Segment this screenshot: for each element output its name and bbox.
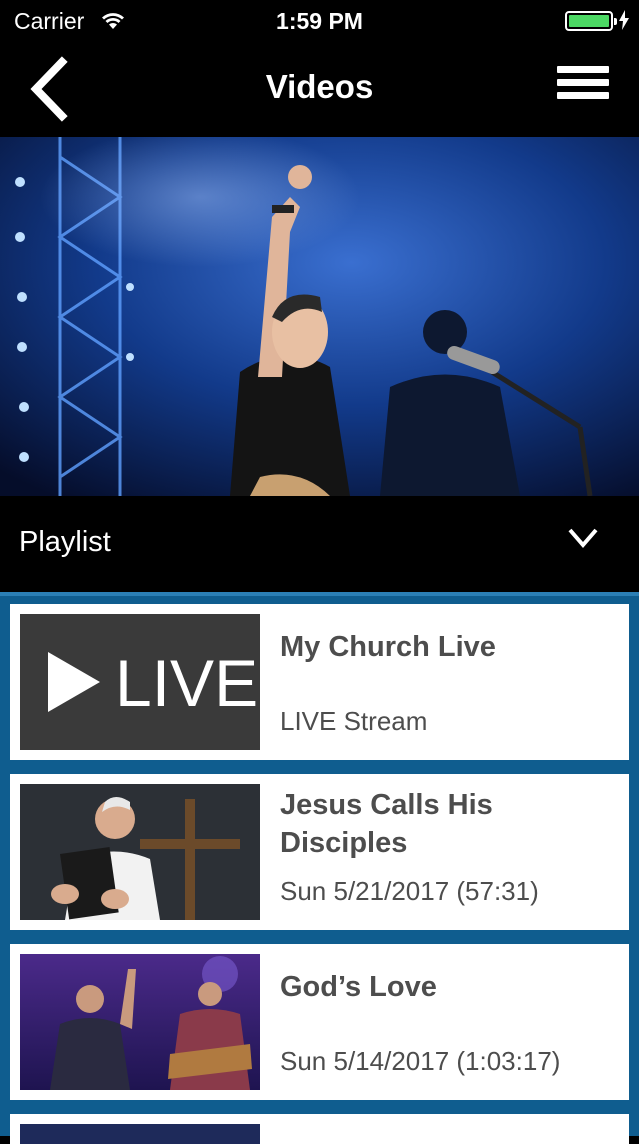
video-item[interactable]: [10, 1114, 629, 1144]
video-item[interactable]: God’s Love Sun 5/14/2017 (1:03:17): [10, 944, 629, 1100]
status-bar: Carrier 1:59 PM: [0, 0, 639, 42]
video-thumbnail: [20, 1124, 260, 1144]
playlist-label: Playlist: [19, 526, 111, 558]
chevron-down-icon: [568, 528, 598, 549]
video-subtitle: LIVE Stream: [280, 706, 428, 736]
back-button[interactable]: [26, 56, 76, 122]
hamburger-menu-icon: [557, 66, 609, 73]
page-title: Videos: [265, 68, 374, 105]
video-subtitle: Sun 5/14/2017 (1:03:17): [280, 1046, 561, 1076]
hero-image: [0, 137, 639, 496]
playlist-dropdown[interactable]: Playlist: [0, 496, 639, 592]
play-icon: LIVE: [48, 646, 258, 720]
video-thumbnail: [20, 954, 260, 1090]
video-list[interactable]: LIVE My Church Live LIVE Stream Jesus Ca…: [0, 592, 639, 1144]
menu-button[interactable]: [557, 66, 609, 106]
live-thumb-text: LIVE: [115, 646, 258, 720]
clock: 1:59 PM: [276, 8, 363, 34]
video-thumbnail: LIVE: [20, 614, 260, 750]
video-subtitle: Sun 5/21/2017 (57:31): [280, 876, 539, 906]
divider: [0, 592, 639, 596]
video-title: God’s Love: [280, 971, 437, 1003]
video-thumbnail: [20, 784, 260, 920]
video-item[interactable]: Jesus Calls His Disciples Sun 5/21/2017 …: [10, 774, 629, 930]
video-title: Jesus Calls His Disciples: [280, 789, 493, 859]
nav-bar: Videos: [0, 42, 639, 137]
video-item-live[interactable]: LIVE My Church Live LIVE Stream: [10, 604, 629, 760]
battery-icon: [565, 11, 617, 31]
charging-icon: [619, 10, 629, 30]
video-title: My Church Live: [280, 631, 496, 663]
chevron-left-icon: [30, 56, 68, 122]
